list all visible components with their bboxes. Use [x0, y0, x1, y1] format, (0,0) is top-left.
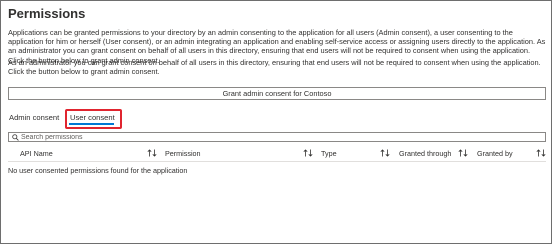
search-input[interactable]: [21, 133, 541, 141]
empty-table-message: No user consented permissions found for …: [8, 166, 188, 175]
column-header-type[interactable]: Type: [321, 149, 337, 158]
page-title: Permissions: [8, 6, 86, 21]
tab-admin-consent[interactable]: Admin consent: [9, 113, 59, 122]
sort-granted-by-icon[interactable]: [536, 149, 546, 157]
column-header-api-name[interactable]: API Name: [20, 149, 53, 158]
column-header-granted-through[interactable]: Granted through: [399, 149, 451, 158]
column-header-granted-by[interactable]: Granted by: [477, 149, 513, 158]
sort-permission-icon[interactable]: [303, 149, 313, 157]
sort-type-icon[interactable]: [380, 149, 390, 157]
grant-admin-consent-button[interactable]: Grant admin consent for Contoso: [8, 87, 546, 100]
sort-granted-through-icon[interactable]: [458, 149, 468, 157]
column-header-permission[interactable]: Permission: [165, 149, 201, 158]
permissions-panel: Permissions Applications can be granted …: [0, 0, 552, 244]
tab-highlight-box: [65, 109, 122, 129]
grant-consent-description: As an administrator you can grant consen…: [8, 58, 541, 77]
search-icon: [12, 134, 19, 141]
sort-api-name-icon[interactable]: [147, 149, 157, 157]
search-box[interactable]: [8, 132, 546, 142]
table-header-divider: [8, 161, 546, 162]
